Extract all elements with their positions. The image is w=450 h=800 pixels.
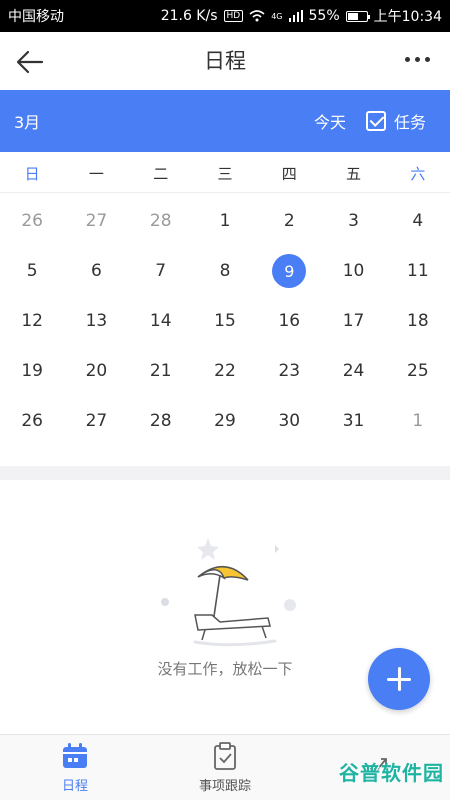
calendar-day[interactable]: 23 [257, 346, 321, 396]
calendar-day-selected[interactable]: 9 [257, 246, 321, 296]
calendar-day[interactable]: 17 [321, 296, 385, 346]
beach-umbrella-illustration [161, 538, 296, 647]
carrier-name: 中国移动 [8, 9, 64, 25]
weekday-header: 日一二三四五六 [0, 155, 450, 193]
battery-percent: 55% [308, 8, 340, 24]
calendar-day[interactable]: 29 [193, 396, 257, 446]
network-speed: 21.6 K/s [160, 8, 218, 24]
status-indicators: 21.6 K/s HD 4G 55% 上午10:34 [161, 6, 442, 26]
nav-label: 事项跟踪 [198, 779, 251, 794]
calendar-day[interactable]: 20 [64, 346, 128, 396]
today-button[interactable]: 今天 [314, 109, 346, 133]
calendar-day[interactable]: 15 [193, 296, 257, 346]
calendar-day[interactable]: 12 [0, 296, 64, 346]
weekday-label: 五 [346, 165, 362, 183]
calendar-day[interactable]: 28 [129, 396, 193, 446]
clock: 上午10:34 [373, 9, 442, 25]
calendar-day[interactable]: 14 [129, 296, 193, 346]
calendar-day[interactable]: 24 [321, 346, 385, 396]
weekday-label: 三 [217, 165, 233, 183]
weekday-label: 日 [24, 165, 40, 183]
calendar-day[interactable]: 22 [193, 346, 257, 396]
calendar-day[interactable]: 3 [321, 196, 385, 246]
calendar-day[interactable]: 5 [0, 246, 64, 296]
battery-icon [345, 10, 370, 22]
calendar-day[interactable]: 11 [386, 246, 450, 296]
calendar-day[interactable]: 21 [129, 346, 193, 396]
calendar-day[interactable]: 28 [129, 196, 193, 246]
nav-item-tracking[interactable]: 事项跟踪 [150, 735, 300, 800]
calendar-day[interactable]: 4 [386, 196, 450, 246]
calendar-day[interactable]: 27 [64, 196, 128, 246]
signal-icon [288, 10, 303, 22]
calendar-day[interactable]: 13 [64, 296, 128, 346]
calendar-day[interactable]: 26 [0, 396, 64, 446]
network-type: 4G [271, 11, 283, 21]
task-toggle-label: 任务 [393, 113, 426, 132]
back-arrow-icon[interactable] [14, 46, 46, 78]
task-toggle[interactable]: 任务 [365, 109, 426, 133]
calendar-day[interactable]: 6 [64, 246, 128, 296]
weekday-label: 四 [281, 165, 297, 183]
calendar-day[interactable]: 8 [193, 246, 257, 296]
checkbox-checked-icon[interactable] [365, 111, 386, 131]
watermark-logo: 谷普软件园 [339, 761, 444, 785]
calendar-day[interactable]: 10 [321, 246, 385, 296]
add-schedule-button[interactable] [368, 648, 430, 710]
page-title: 日程 [204, 49, 246, 73]
calendar-day[interactable]: 26 [0, 196, 64, 246]
weekday-label: 六 [410, 165, 426, 183]
weekday-label: 二 [153, 165, 169, 183]
calendar-day[interactable]: 27 [64, 396, 128, 446]
app-bar: 日程 [0, 32, 450, 88]
more-options-icon[interactable] [402, 50, 432, 68]
current-month[interactable]: 3月 [14, 109, 40, 133]
calendar-day[interactable]: 7 [129, 246, 193, 296]
selected-day-number: 9 [272, 254, 307, 288]
calendar-grid: 26 27 28 1 2 3 4 5 6 7 8 9 10 11 12 13 14 15 16 17 18 19 20 21 2… [0, 196, 450, 446]
calendar-day[interactable]: 25 [386, 346, 450, 396]
hd-badge: HD [223, 10, 244, 22]
nav-item-schedule[interactable]: 日程 [0, 735, 150, 800]
section-divider [0, 466, 450, 480]
calendar-day[interactable]: 18 [386, 296, 450, 346]
calendar-day[interactable]: 19 [0, 346, 64, 396]
calendar-day[interactable]: 31 [321, 396, 385, 446]
calendar-day[interactable]: 2 [257, 196, 321, 246]
nav-label: 日程 [61, 779, 88, 794]
month-header: 3月 今天 任务 [0, 90, 450, 152]
clipboard-check-icon [214, 742, 236, 770]
status-bar: 中国移动 21.6 K/s HD 4G 55% 上午10:34 [0, 0, 450, 32]
calendar-day[interactable]: 1 [386, 396, 450, 446]
wifi-icon [249, 10, 265, 22]
calendar-day[interactable]: 1 [193, 196, 257, 246]
calendar-day[interactable]: 16 [257, 296, 321, 346]
calendar-icon [63, 743, 87, 768]
calendar-day[interactable]: 30 [257, 396, 321, 446]
weekday-label: 一 [88, 165, 104, 183]
